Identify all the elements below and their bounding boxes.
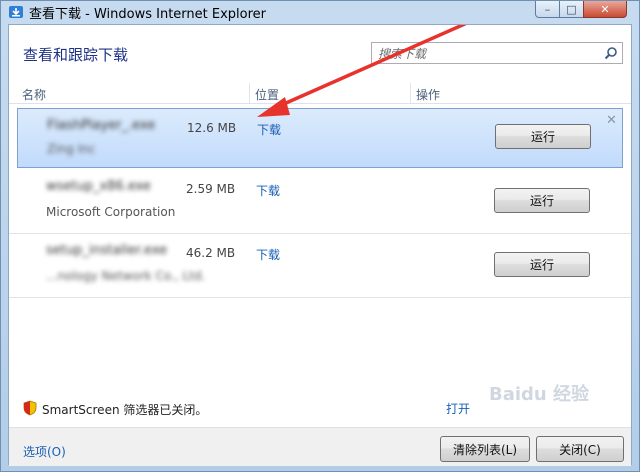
maximize-button[interactable]: □ — [559, 1, 584, 18]
file-publisher: Microsoft Corporation — [46, 205, 176, 219]
run-button[interactable]: 运行 — [494, 252, 590, 277]
smartscreen-status: SmartScreen 筛选器已关闭。 — [42, 403, 208, 417]
page-title: 查看和跟踪下载 — [23, 46, 129, 64]
file-name: setup_installer.exe — [46, 243, 168, 258]
ie-download-window: 查看下载 - Windows Internet Explorer – □ ✕ 查… — [0, 0, 640, 472]
file-publisher: Zing Inc — [47, 142, 96, 156]
file-name: wsetup_x86.exe — [46, 179, 151, 194]
window-title: 查看下载 - Windows Internet Explorer — [29, 7, 266, 22]
open-link[interactable]: 打开 — [446, 400, 470, 417]
close-icon: ✕ — [600, 2, 610, 16]
download-manager-panel: 查看和跟踪下载 名称 位置 操作 FlashPlayer_.exe Zing I… — [8, 24, 632, 466]
run-button[interactable]: 运行 — [494, 188, 590, 213]
footer-bar: 选项(O) 清除列表(L) 关闭(C) — [9, 427, 631, 466]
download-row[interactable]: wsetup_x86.exe Microsoft Corporation 2.5… — [9, 169, 631, 234]
column-header-row: 名称 位置 操作 — [9, 83, 631, 104]
close-window-button[interactable]: ✕ — [583, 1, 627, 18]
location-link[interactable]: 下载 — [256, 182, 280, 199]
search-box[interactable] — [371, 42, 623, 64]
file-size: 2.59 MB — [186, 182, 236, 196]
minimize-icon: – — [544, 2, 551, 16]
maximize-icon: □ — [566, 2, 577, 16]
warning-shield-icon — [23, 400, 37, 416]
location-link[interactable]: 下载 — [256, 246, 280, 263]
file-publisher: ...nology Network Co., Ltd. — [46, 269, 206, 283]
column-header-actions[interactable]: 操作 — [416, 86, 440, 103]
file-name: FlashPlayer_.exe — [47, 118, 156, 133]
column-divider[interactable] — [410, 83, 411, 103]
run-button[interactable]: 运行 — [495, 124, 591, 149]
close-button[interactable]: 关闭(C) — [536, 436, 624, 462]
file-size: 12.6 MB — [187, 121, 237, 135]
ie-download-icon — [9, 6, 23, 18]
clear-list-button[interactable]: 清除列表(L) — [440, 436, 530, 462]
download-row[interactable]: setup_installer.exe ...nology Network Co… — [9, 233, 631, 298]
location-link[interactable]: 下载 — [257, 121, 281, 138]
title-bar[interactable]: 查看下载 - Windows Internet Explorer – □ ✕ — [1, 1, 639, 23]
file-size: 46.2 MB — [186, 246, 236, 260]
status-bar: SmartScreen 筛选器已关闭。 打开 — [9, 391, 631, 423]
search-input[interactable] — [376, 44, 600, 64]
minimize-button[interactable]: – — [535, 1, 560, 18]
column-header-name[interactable]: 名称 — [22, 86, 46, 103]
search-icon[interactable] — [604, 46, 618, 60]
options-link[interactable]: 选项(O) — [23, 443, 66, 460]
column-divider[interactable] — [249, 83, 250, 103]
column-header-location[interactable]: 位置 — [255, 86, 279, 103]
download-row[interactable]: FlashPlayer_.exe Zing Inc 12.6 MB 下载 运行 … — [17, 108, 623, 168]
remove-item-icon[interactable]: ✕ — [606, 113, 617, 128]
